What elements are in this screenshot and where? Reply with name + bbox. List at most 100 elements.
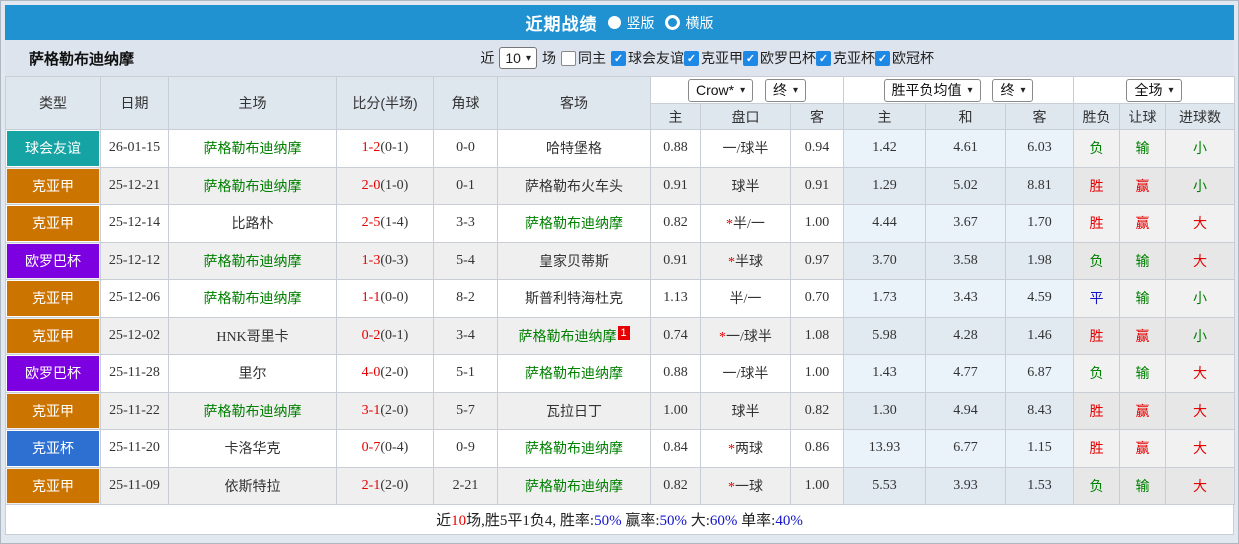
corner-score: 0-1 xyxy=(433,166,498,205)
corner-score: 5-4 xyxy=(433,241,498,280)
odds-company-select[interactable]: Crow* ▾ xyxy=(687,78,754,102)
chevron-down-icon: ▾ xyxy=(525,52,531,64)
handicap: *半/一 xyxy=(700,204,791,243)
match-date: 25-11-09 xyxy=(100,466,169,505)
handicap: *两球 xyxy=(700,429,791,468)
competition-filter[interactable]: ✓ 欧罗巴杯 xyxy=(743,48,816,68)
result: 负 xyxy=(1073,354,1120,393)
type-badge-cell: 克亚甲 xyxy=(5,279,101,318)
chevron-down-icon: ▾ xyxy=(740,84,746,96)
away-team: 萨格勒布迪纳摩 xyxy=(497,354,651,393)
match-date: 25-11-22 xyxy=(100,391,169,430)
type-badge-cell: 克亚甲 xyxy=(5,204,101,243)
match-date: 25-12-14 xyxy=(100,204,169,243)
odds-away: 0.97 xyxy=(790,241,844,280)
recent-count-select[interactable]: 10 ▾ xyxy=(499,47,537,69)
odds-time-select[interactable]: 终 ▾ xyxy=(765,78,807,102)
avg-away: 6.87 xyxy=(1005,354,1074,393)
score: 1-2(0-1) xyxy=(336,129,434,168)
chevron-down-icon: ▾ xyxy=(967,84,973,96)
table-row: 克亚杯 25-11-20 卡洛华克 0-7(0-4) 0-9 萨格勒布迪纳摩 0.84 *两球… xyxy=(5,429,1235,468)
handicap: 球半 xyxy=(700,391,791,430)
handicap: *半球 xyxy=(700,241,791,280)
recent-results-widget: 近期战绩 竖版 横版 萨格勒布迪纳摩 近 10 ▾ 场 同主 ✓ 球会友谊 ✓ 克亚甲… xyxy=(0,0,1239,544)
chevron-down-icon: ▾ xyxy=(793,84,799,96)
odds-home: 0.91 xyxy=(650,166,701,205)
odds-away: 1.08 xyxy=(790,316,844,355)
summary-text: 近10场,胜5平1负4, 胜率:50% 赢率:50% 大:60% 单率:40% xyxy=(436,513,803,529)
type-badge: 克亚甲 xyxy=(7,468,99,503)
competition-filters: ✓ 球会友谊 ✓ 克亚甲 ✓ 欧罗巴杯 ✓ 克亚杯 ✓ 欧冠杯 xyxy=(611,48,934,68)
avg-home: 3.70 xyxy=(843,241,926,280)
checkbox-checked-icon: ✓ xyxy=(816,50,831,66)
layout-option-horizontal[interactable]: 横版 xyxy=(664,13,714,33)
avg-home: 1.42 xyxy=(843,129,926,168)
competition-filter[interactable]: ✓ 克亚杯 xyxy=(816,48,875,68)
match-date: 25-12-21 xyxy=(100,166,169,205)
score: 2-5(1-4) xyxy=(336,204,434,243)
avg-time-select[interactable]: 终 ▾ xyxy=(992,78,1034,102)
corner-score: 3-4 xyxy=(433,316,498,355)
result: 胜 xyxy=(1073,316,1120,355)
type-badge-cell: 克亚甲 xyxy=(5,316,101,355)
type-badge-cell: 克亚甲 xyxy=(5,166,101,205)
odds-home: 1.00 xyxy=(650,391,701,430)
type-badge: 克亚甲 xyxy=(7,318,99,353)
avg-draw: 4.61 xyxy=(925,129,1006,168)
star-icon: * xyxy=(719,329,727,345)
match-date: 25-12-12 xyxy=(100,241,169,280)
avg-home: 1.73 xyxy=(843,279,926,318)
avg-odds-select[interactable]: 胜平负均值 ▾ xyxy=(883,78,981,102)
competition-label: 欧冠杯 xyxy=(892,50,934,66)
type-badge: 克亚甲 xyxy=(7,168,99,203)
star-icon: * xyxy=(728,254,735,270)
header-group-row: 类型 日期 主场 比分(半场) 角球 客场 Crow* ▾ 终 ▾ 胜平负均值 … xyxy=(5,76,1235,130)
away-team: 萨格勒布迪纳摩 1 xyxy=(497,316,651,355)
competition-filter[interactable]: ✓ 欧冠杯 xyxy=(875,48,934,68)
result: 平 xyxy=(1073,279,1120,318)
odds-home: 1.13 xyxy=(650,279,701,318)
same-home-filter[interactable]: 同主 xyxy=(561,48,606,68)
radio-unselected-icon xyxy=(664,15,680,30)
result: 胜 xyxy=(1073,429,1120,468)
corner-score: 8-2 xyxy=(433,279,498,318)
home-team: 萨格勒布迪纳摩 xyxy=(168,279,337,318)
odds-home: 0.84 xyxy=(650,429,701,468)
goals-result: 大 xyxy=(1165,241,1235,280)
recent-suffix-label: 场 xyxy=(542,50,556,66)
layout-option-vertical[interactable]: 竖版 xyxy=(607,13,655,33)
handicap-result: 输 xyxy=(1119,129,1166,168)
team-name: 萨格勒布迪纳摩 xyxy=(29,50,135,68)
competition-filter[interactable]: ✓ 球会友谊 xyxy=(611,48,684,68)
competition-label: 克亚杯 xyxy=(833,50,875,66)
avg-away: 1.70 xyxy=(1005,204,1074,243)
odds-home: 0.74 xyxy=(650,316,701,355)
competition-filter[interactable]: ✓ 克亚甲 xyxy=(684,48,743,68)
avg-home: 5.98 xyxy=(843,316,926,355)
corner-score: 5-7 xyxy=(433,391,498,430)
col-header-home: 主场 xyxy=(168,76,337,130)
avg-away: 1.53 xyxy=(1005,466,1074,505)
avg-away: 1.15 xyxy=(1005,429,1074,468)
table-row: 克亚甲 25-12-06 萨格勒布迪纳摩 1-1(0-0) 8-2 斯普利特海杜克 1.13… xyxy=(5,279,1235,318)
type-badge-cell: 克亚杯 xyxy=(5,429,101,468)
corner-score: 5-1 xyxy=(433,354,498,393)
filter-bar: 萨格勒布迪纳摩 近 10 ▾ 场 同主 ✓ 球会友谊 ✓ 克亚甲 ✓ 欧罗巴杯 ✓ 克亚杯 ✓ 欧… xyxy=(5,40,1234,76)
match-date: 25-12-06 xyxy=(100,279,169,318)
score: 2-0(1-0) xyxy=(336,166,434,205)
type-badge-cell: 欧罗巴杯 xyxy=(5,241,101,280)
scope-select[interactable]: 全场 ▾ xyxy=(1126,78,1182,102)
odds-home: 0.82 xyxy=(650,204,701,243)
summary-footer: 近10场,胜5平1负4, 胜率:50% 赢率:50% 大:60% 单率:40% xyxy=(5,505,1234,535)
away-team: 萨格勒布迪纳摩 xyxy=(497,466,651,505)
layout-option-label: 横版 xyxy=(685,14,714,31)
col-header-date: 日期 xyxy=(100,76,169,130)
home-team: HNK哥里卡 xyxy=(168,316,337,355)
away-team: 斯普利特海杜克 xyxy=(497,279,651,318)
handicap-result: 赢 xyxy=(1119,391,1166,430)
avg-home: 13.93 xyxy=(843,429,926,468)
sub-header-odds-home: 主 xyxy=(650,103,701,130)
type-badge: 克亚甲 xyxy=(7,281,99,316)
goals-result: 大 xyxy=(1165,429,1235,468)
avg-draw: 4.94 xyxy=(925,391,1006,430)
